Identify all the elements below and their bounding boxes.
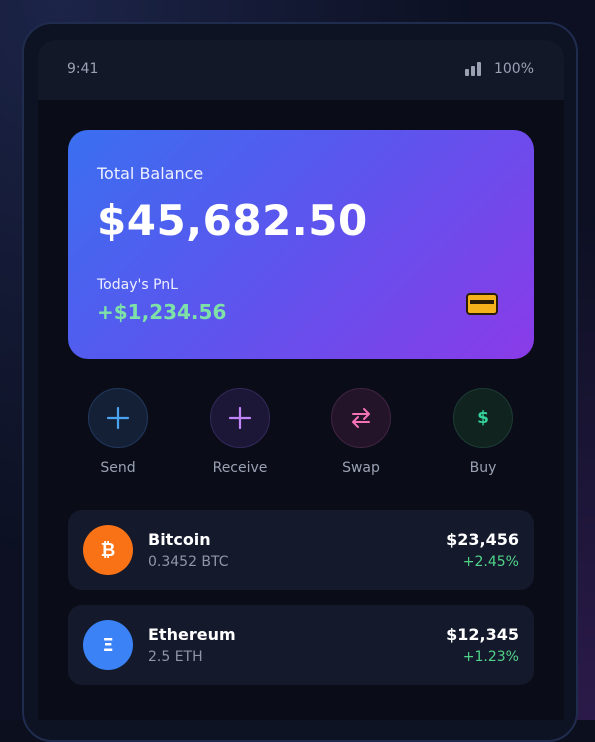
status-time: 9:41 [67,61,99,77]
ethereum-icon: Ξ [83,620,133,670]
quick-actions: Send Receive Swap $ Buy [68,388,534,488]
asset-row-ethereum[interactable]: Ξ Ethereum 2.5 ETH $12,345 +1.23% [68,605,534,685]
app-screen: 9:41 100% Total Balance $45,682.50 Today… [38,40,564,720]
pnl-value: +$1,234.56 [97,300,227,324]
asset-change: +2.45% [462,554,519,570]
signal-bars-icon [464,62,483,76]
credit-card-icon [466,293,498,315]
buy-circle: $ [453,388,513,448]
receive-button[interactable]: Receive [200,388,280,476]
asset-value: $23,456 [446,530,519,549]
send-label: Send [100,460,136,476]
asset-name: Bitcoin [148,530,211,549]
status-right: 100% [464,61,534,77]
swap-circle [331,388,391,448]
swap-button[interactable]: Swap [321,388,401,476]
swap-arrows-icon [352,408,370,428]
total-balance-amount: $45,682.50 [97,196,368,245]
battery-level: 100% [493,61,534,77]
receive-circle [210,388,270,448]
dollar-icon: $ [477,408,489,428]
asset-value: $12,345 [446,625,519,644]
pnl-label: Today's PnL [97,277,178,293]
status-bar: 9:41 100% [38,40,564,100]
swap-label: Swap [342,460,380,476]
asset-change: +1.23% [462,649,519,665]
buy-button[interactable]: $ Buy [443,388,523,476]
receive-label: Receive [212,460,268,476]
asset-row-bitcoin[interactable]: ₿ Bitcoin 0.3452 BTC $23,456 +2.45% [68,510,534,590]
send-button[interactable]: Send [78,388,158,476]
asset-amount: 0.3452 BTC [148,554,229,570]
send-circle [88,388,148,448]
total-balance-label: Total Balance [97,164,204,183]
asset-name: Ethereum [148,625,236,644]
plus-icon [228,406,252,430]
plus-icon [106,406,130,430]
balance-card[interactable]: Total Balance $45,682.50 Today's PnL +$1… [68,130,534,359]
bitcoin-icon: ₿ [83,525,133,575]
buy-label: Buy [469,460,497,476]
asset-amount: 2.5 ETH [148,649,203,665]
